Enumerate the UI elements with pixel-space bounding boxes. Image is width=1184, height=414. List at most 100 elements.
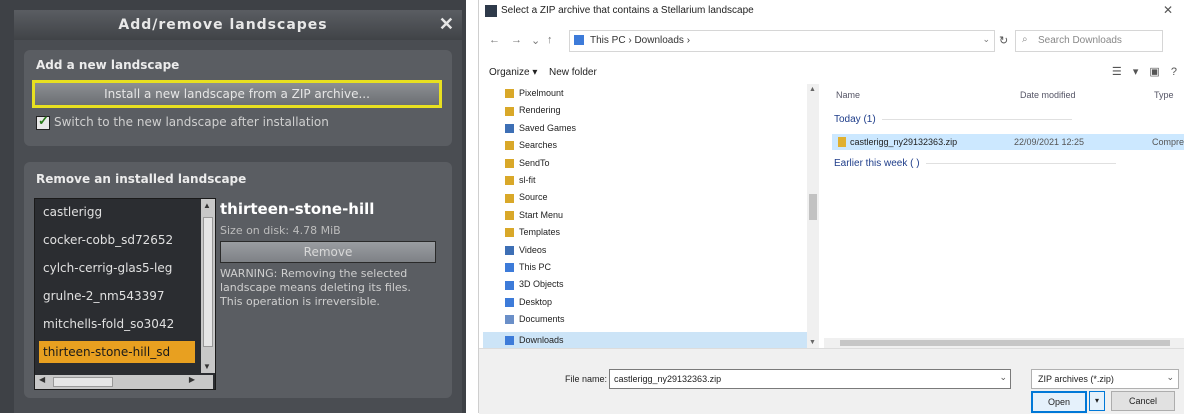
column-header-name[interactable]: Name xyxy=(836,90,860,100)
file-row[interactable]: castlerigg_ny29132363.zip 22/09/2021 12:… xyxy=(832,134,1184,150)
new-folder-button[interactable]: New folder xyxy=(549,67,597,78)
list-horizontal-scrollbar[interactable]: ◀ ▶ xyxy=(35,375,213,389)
nav-item-label: Source xyxy=(519,192,548,203)
view-dropdown-icon[interactable]: ▾ xyxy=(1133,66,1139,78)
nav-scrollbar[interactable]: ▲ ▼ xyxy=(807,84,819,348)
install-from-zip-button[interactable]: Install a new landscape from a ZIP archi… xyxy=(32,80,442,108)
scrollbar-thumb[interactable] xyxy=(53,377,113,387)
removal-warning: WARNING: Removing the selected landscape… xyxy=(220,267,411,308)
dialog-footer: File name: castlerigg_ny29132363.zip ⌄ Z… xyxy=(479,348,1184,414)
navigation-pane: Pixelmount Rendering Saved Games Searches Se… xyxy=(479,84,819,348)
scrollbar-thumb[interactable] xyxy=(840,340,1170,346)
file-type-value: ZIP archives (*.zip) xyxy=(1038,374,1114,384)
group-today[interactable]: Today (1) xyxy=(834,114,1072,125)
toolbar: Organize ▾ New folder ☰ ▾ ▣ ? xyxy=(479,62,1184,84)
column-header-type[interactable]: Type xyxy=(1154,90,1174,100)
view-mode-icon[interactable]: ☰ xyxy=(1112,66,1122,78)
nav-item[interactable]: SendTo xyxy=(505,158,550,168)
nav-item[interactable]: Documents xyxy=(505,314,565,325)
nav-item[interactable]: Templates xyxy=(505,227,560,238)
folder-icon xyxy=(505,245,514,255)
landscape-size: Size on disk: 4.78 MiB xyxy=(220,224,341,237)
nav-item[interactable]: This PC xyxy=(505,262,551,273)
nav-item[interactable]: sl-fit xyxy=(505,175,536,186)
file-name-value: castlerigg_ny29132363.zip xyxy=(614,374,722,384)
scroll-right-icon[interactable]: ▶ xyxy=(189,375,195,384)
nav-item-label: Downloads xyxy=(519,334,564,345)
forward-arrow-icon[interactable]: → xyxy=(511,34,522,46)
group-label: Earlier this week ( ) xyxy=(834,158,920,169)
file-name-field[interactable]: castlerigg_ny29132363.zip ⌄ xyxy=(609,369,1011,389)
nav-item[interactable]: 3D Objects xyxy=(505,279,564,290)
nav-item[interactable]: Desktop xyxy=(505,297,552,307)
landscape-list-item[interactable]: cocker-cobb_sd72652 xyxy=(43,233,173,247)
nav-item[interactable]: Source xyxy=(505,192,548,203)
nav-item[interactable]: Videos xyxy=(505,245,546,255)
folder-icon xyxy=(505,210,514,220)
list-vertical-scrollbar[interactable]: ▲ ▼ xyxy=(201,199,215,373)
checkmark-icon: ✓ xyxy=(38,113,49,128)
column-header-date[interactable]: Date modified xyxy=(1020,90,1076,100)
group-earlier-this-week[interactable]: Earlier this week ( ) xyxy=(834,158,1116,169)
folder-icon xyxy=(505,280,514,290)
landscape-list-item[interactable]: grulne-2_nm543397 xyxy=(43,289,165,303)
file-name: castlerigg_ny29132363.zip xyxy=(850,137,958,147)
file-type-select[interactable]: ZIP archives (*.zip) ⌄ xyxy=(1031,369,1179,389)
scroll-down-icon[interactable]: ▼ xyxy=(809,339,816,346)
zip-file-icon xyxy=(838,137,846,147)
scrollbar-thumb[interactable] xyxy=(203,217,213,347)
scroll-up-icon[interactable]: ▲ xyxy=(809,86,816,93)
nav-item-label: Start Menu xyxy=(519,209,564,220)
switch-landscape-checkbox[interactable]: ✓ xyxy=(36,113,50,130)
close-icon[interactable]: ✕ xyxy=(1163,3,1173,17)
cancel-button[interactable]: Cancel xyxy=(1111,391,1175,411)
nav-item[interactable]: Pixelmount xyxy=(505,88,564,99)
nav-item[interactable]: Saved Games xyxy=(505,123,576,133)
remove-landscape-heading: Remove an installed landscape xyxy=(36,172,247,186)
scrollbar-thumb[interactable] xyxy=(809,194,817,220)
help-icon[interactable]: ? xyxy=(1171,66,1177,78)
folder-icon xyxy=(505,335,514,345)
open-button[interactable]: Open xyxy=(1031,391,1087,413)
nav-item-label: Desktop xyxy=(519,296,553,307)
nav-item[interactable]: Searches xyxy=(505,140,557,151)
preview-pane-icon[interactable]: ▣ xyxy=(1149,66,1159,78)
add-landscape-heading: Add a new landscape xyxy=(36,58,180,72)
refresh-icon[interactable]: ↻ xyxy=(999,34,1008,47)
file-list-horizontal-scrollbar[interactable] xyxy=(824,338,1184,348)
folder-icon xyxy=(505,176,514,186)
file-date: 22/09/2021 12:25 xyxy=(1014,137,1085,147)
folder-icon xyxy=(505,228,514,238)
up-arrow-icon[interactable]: ↑ xyxy=(547,34,553,46)
nav-item[interactable]: Rendering xyxy=(505,105,561,116)
organize-button[interactable]: Organize ▾ xyxy=(489,67,537,78)
recent-dropdown-icon[interactable]: ⌄ xyxy=(531,34,540,47)
close-icon[interactable]: ✕ xyxy=(439,14,454,35)
chevron-down-icon[interactable]: ⌄ xyxy=(999,372,1007,383)
landscape-list-item[interactable]: mitchells-fold_so3042 xyxy=(43,317,174,331)
address-bar[interactable]: This PC › Downloads › ⌄ xyxy=(569,30,995,52)
scroll-down-icon[interactable]: ▼ xyxy=(203,362,211,371)
landscape-list-item[interactable]: thirteen-stone-hill_sd xyxy=(39,341,195,363)
nav-item[interactable]: Start Menu xyxy=(505,210,563,220)
folder-icon xyxy=(505,297,514,307)
nav-item[interactable]: Downloads xyxy=(483,331,809,348)
search-input[interactable]: ⌕ Search Downloads xyxy=(1015,30,1163,52)
landscape-list-item[interactable]: cylch-cerrig-glas5-leg xyxy=(43,261,172,275)
search-icon: ⌕ xyxy=(1022,34,1028,45)
remove-button[interactable]: Remove xyxy=(220,241,436,263)
open-options-dropdown[interactable]: ▾ xyxy=(1089,391,1105,411)
back-arrow-icon[interactable]: ← xyxy=(489,34,500,46)
scroll-left-icon[interactable]: ◀ xyxy=(39,375,45,384)
folder-icon xyxy=(505,193,514,203)
landscape-list[interactable]: castlerigg cocker-cobb_sd72652 cylch-cerri… xyxy=(34,198,216,390)
chevron-down-icon[interactable]: ⌄ xyxy=(982,34,990,45)
landscape-list-item[interactable]: castlerigg xyxy=(43,205,102,219)
nav-item-label: 3D Objects xyxy=(519,279,564,290)
scroll-up-icon[interactable]: ▲ xyxy=(203,201,211,210)
add-landscape-group: Add a new landscape Install a new landsc… xyxy=(24,50,452,146)
group-divider xyxy=(925,162,1116,164)
nav-item-label: SendTo xyxy=(519,157,550,168)
window-title: Add/remove landscapes xyxy=(118,17,328,33)
chevron-down-icon: ⌄ xyxy=(1166,372,1174,382)
